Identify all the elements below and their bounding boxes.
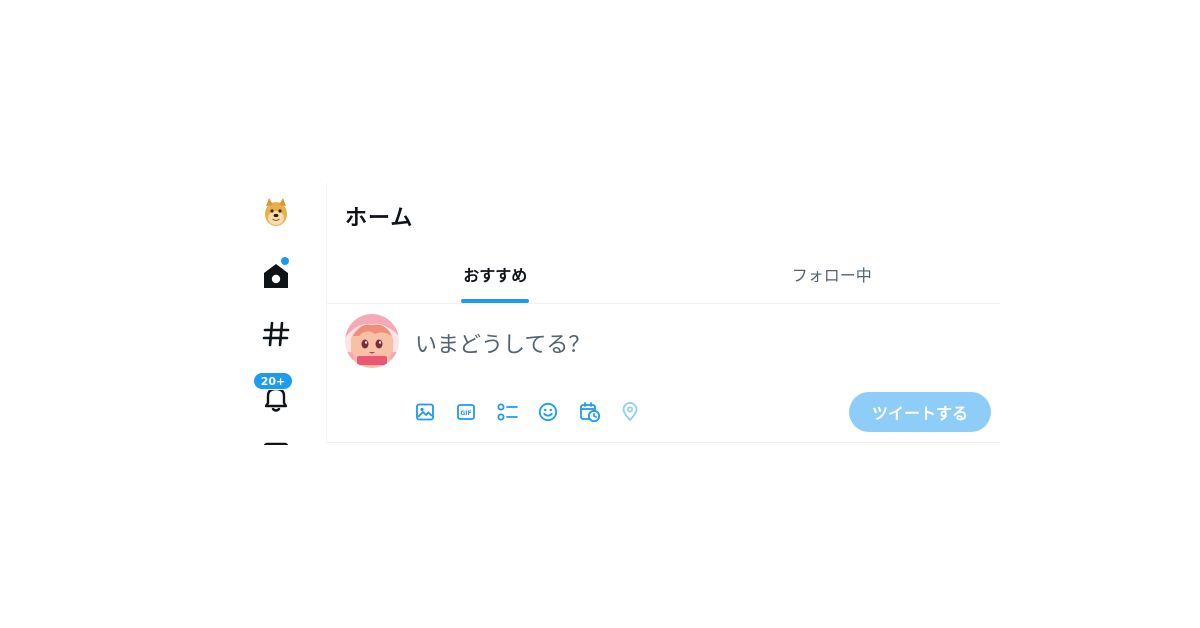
schedule-button[interactable] <box>579 398 620 426</box>
home-notification-dot <box>281 257 289 265</box>
mail-icon <box>262 438 290 445</box>
add-image-button[interactable] <box>415 398 456 426</box>
avatar[interactable] <box>345 314 399 368</box>
compose-input[interactable] <box>415 328 975 362</box>
poll-icon <box>497 402 519 422</box>
emoji-icon <box>538 402 558 422</box>
doge-logo-icon <box>261 196 291 232</box>
sidebar-nav: 20+ <box>246 183 306 445</box>
add-location-button[interactable] <box>620 398 661 426</box>
tweet-composer: GIF <box>327 304 1000 443</box>
location-icon <box>620 402 640 422</box>
add-emoji-button[interactable] <box>538 398 579 426</box>
svg-text:GIF: GIF <box>460 410 471 417</box>
hashtag-icon <box>262 320 290 352</box>
main-column: ホーム おすすめ フォロー中 いまどうしてる？ GIF ツイートする <box>326 183 1000 443</box>
add-gif-button[interactable]: GIF <box>456 398 497 426</box>
notification-badge: 20+ <box>253 372 293 390</box>
tweet-button[interactable]: ツイートする <box>849 392 991 432</box>
sidebar-item-home[interactable] <box>246 251 306 301</box>
sidebar-item-explore[interactable] <box>246 311 306 361</box>
composer-toolbar: GIF <box>415 398 661 426</box>
add-poll-button[interactable] <box>497 398 538 426</box>
sidebar-item-logo[interactable] <box>246 189 306 239</box>
home-icon <box>261 261 291 291</box>
tab-label: フォロー中 <box>791 266 872 285</box>
sidebar-item-notifications[interactable]: 20+ <box>246 371 306 421</box>
tab-recommended[interactable]: おすすめ <box>327 245 664 303</box>
schedule-icon <box>579 401 601 423</box>
sidebar-item-messages[interactable] <box>246 429 306 445</box>
tab-label: おすすめ <box>463 266 528 285</box>
image-icon <box>415 402 435 422</box>
app-window: 20+ ホーム おすすめ フォロー中 いまどうしてる？ GIF ツイートする <box>0 0 1200 628</box>
page-title: ホーム <box>345 206 414 231</box>
active-tab-indicator <box>461 299 530 303</box>
tab-following[interactable]: フォロー中 <box>664 245 1001 303</box>
gif-icon: GIF <box>456 402 476 422</box>
timeline-tabs: おすすめ フォロー中 <box>327 245 1000 304</box>
